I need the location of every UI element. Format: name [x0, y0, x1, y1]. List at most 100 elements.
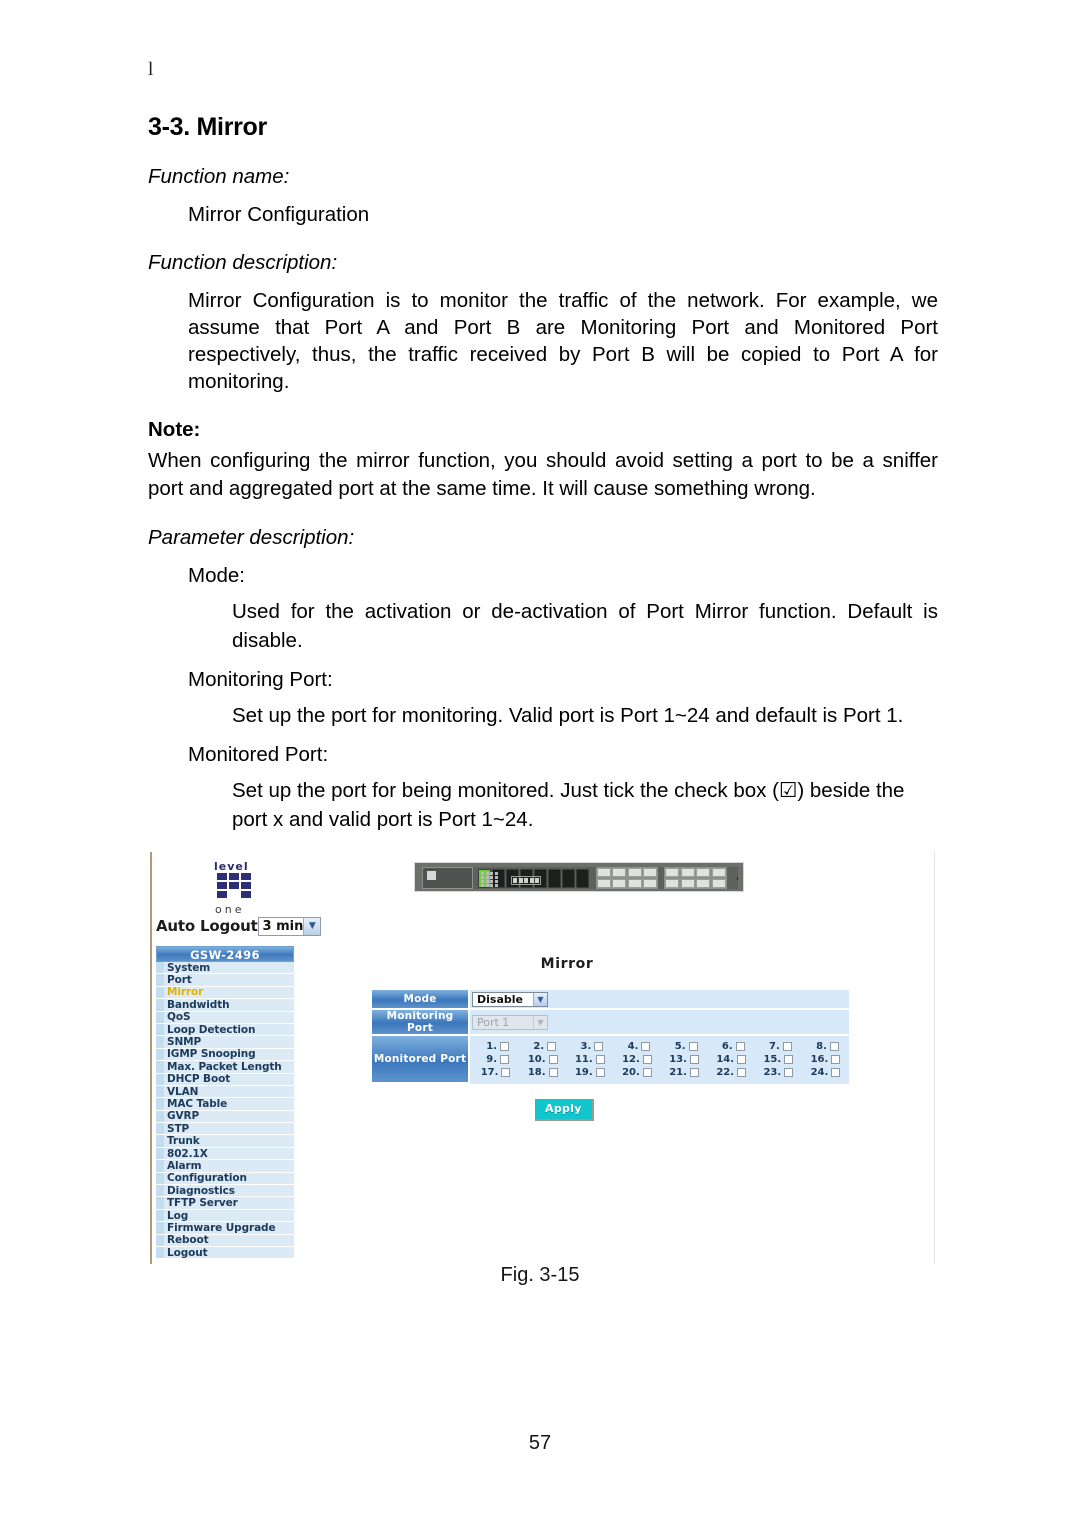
- port-number: 14.: [716, 1053, 735, 1065]
- port-checkbox-item: 21.: [661, 1067, 708, 1078]
- sidebar-item-label: VLAN: [167, 1085, 199, 1098]
- port-checkbox[interactable]: [689, 1067, 699, 1077]
- port-checkbox[interactable]: [688, 1041, 698, 1051]
- sidebar-item-log[interactable]: Log: [156, 1210, 294, 1223]
- mode-select[interactable]: Disable ▼: [472, 992, 548, 1007]
- chevron-down-icon: ▼: [303, 917, 321, 935]
- port-checkbox[interactable]: [784, 1067, 794, 1077]
- port-checkbox-item: 19.: [566, 1067, 613, 1078]
- port-checkbox[interactable]: [595, 1067, 605, 1077]
- sidebar-item-loop-detection[interactable]: Loop Detection: [156, 1023, 294, 1037]
- sidebar-item-bandwidth[interactable]: Bandwidth: [156, 998, 294, 1012]
- parameter-monitored-port-body: Set up the port for being monitored. Jus…: [232, 779, 905, 831]
- sidebar-item-stp[interactable]: STP: [156, 1122, 294, 1136]
- sidebar-item-label: SNMP: [167, 1036, 202, 1049]
- port-checkbox[interactable]: [595, 1054, 605, 1064]
- port-checkbox[interactable]: [689, 1054, 699, 1064]
- port-checkbox[interactable]: [784, 1054, 794, 1064]
- mode-row-label: Mode: [372, 990, 470, 1010]
- sidebar-item-igmp-snooping[interactable]: IGMP Snooping: [156, 1048, 294, 1062]
- port-checkbox-item: 23.: [755, 1067, 802, 1078]
- sidebar-item-8021x[interactable]: 802.1X: [156, 1147, 294, 1161]
- mode-row: Mode Disable ▼: [372, 990, 849, 1010]
- sidebar-item-mirror[interactable]: Mirror: [156, 986, 294, 1000]
- sidebar-header-model: GSW-2496: [156, 946, 294, 962]
- item-indent-bar: [156, 1197, 164, 1209]
- auto-logout-row: Auto Logout 3 min ▼: [156, 915, 322, 937]
- page-title: 3-3. Mirror: [148, 113, 267, 141]
- port-checkbox[interactable]: [642, 1067, 652, 1077]
- sidebar-item-system[interactable]: System: [156, 962, 294, 975]
- port-number: 10.: [527, 1053, 546, 1065]
- device-port: [575, 868, 589, 888]
- port-checkbox-item: 20.: [613, 1067, 660, 1078]
- function-description-body: Mirror Configuration is to monitor the t…: [188, 289, 938, 393]
- auto-logout-select[interactable]: 3 min ▼: [257, 916, 322, 936]
- sidebar-item-dhcp-boot[interactable]: DHCP Boot: [156, 1073, 294, 1086]
- port-checkbox[interactable]: [548, 1067, 558, 1077]
- port-checkbox[interactable]: [500, 1041, 510, 1051]
- sidebar-item-logout[interactable]: Logout: [156, 1246, 294, 1260]
- port-checkbox[interactable]: [782, 1041, 792, 1051]
- sidebar-item-configuration[interactable]: Configuration: [156, 1172, 294, 1186]
- port-checkbox-item: 13.: [661, 1054, 708, 1065]
- function-description-heading: Function description:: [148, 251, 338, 274]
- port-checkbox[interactable]: [642, 1054, 652, 1064]
- monitored-port-grid-cell: 1. 2. 3. 4. 5. 6. 7. 8. 9. 10. 11. 12. 1…: [469, 1035, 849, 1083]
- monitoring-port-select[interactable]: Port 1 ▼: [472, 1015, 548, 1030]
- sidebar-item-label: Bandwidth: [167, 998, 230, 1011]
- sidebar-item-gvrp[interactable]: GVRP: [156, 1110, 294, 1124]
- port-number: 5.: [674, 1040, 686, 1052]
- port-number: 16.: [810, 1053, 829, 1065]
- sidebar-item-tftp-server[interactable]: TFTP Server: [156, 1197, 294, 1210]
- device-status-panel: [422, 867, 541, 889]
- sidebar-item-max-packet-length[interactable]: Max. Packet Length: [156, 1061, 294, 1074]
- parameter-description-heading: Parameter description:: [148, 526, 355, 549]
- sidebar-item-mac-table[interactable]: MAC Table: [156, 1098, 294, 1111]
- sidebar-item-label: Logout: [167, 1246, 208, 1259]
- sidebar-item-firmware-upgrade[interactable]: Firmware Upgrade: [156, 1222, 294, 1235]
- sidebar-item-diagnostics[interactable]: Diagnostics: [156, 1185, 294, 1198]
- port-checkbox[interactable]: [500, 1054, 510, 1064]
- port-checkbox[interactable]: [831, 1067, 841, 1077]
- port-checkbox[interactable]: [829, 1041, 839, 1051]
- document-page: l 3-3. Mirror Function name: Mirror Conf…: [0, 0, 1080, 1526]
- sidebar-item-label: STP: [167, 1122, 190, 1135]
- device-faceplate: [422, 867, 738, 889]
- port-number: 3.: [580, 1040, 592, 1052]
- port-checkbox[interactable]: [737, 1067, 747, 1077]
- sidebar-item-trunk[interactable]: Trunk: [156, 1135, 294, 1148]
- item-indent-bar: [156, 1048, 164, 1061]
- port-number: 8.: [816, 1040, 827, 1052]
- sidebar-item-label: Loop Detection: [167, 1023, 256, 1036]
- monitored-port-row-label: Monitored Port: [372, 1035, 470, 1084]
- port-checkbox[interactable]: [737, 1054, 747, 1064]
- parameter-monitoring-port-label: Monitoring Port:: [188, 668, 333, 691]
- sidebar-item-label: Reboot: [167, 1234, 209, 1247]
- port-checkbox[interactable]: [735, 1041, 745, 1051]
- function-name-value: Mirror Configuration: [188, 203, 370, 226]
- sidebar-item-alarm[interactable]: Alarm: [156, 1160, 294, 1173]
- port-checkbox[interactable]: [641, 1041, 651, 1051]
- sidebar-item-vlan[interactable]: VLAN: [156, 1085, 294, 1099]
- sidebar-item-qos[interactable]: QoS: [156, 1011, 294, 1024]
- port-checkbox[interactable]: [594, 1041, 604, 1051]
- switch-device-image: [414, 862, 744, 892]
- chevron-down-icon: ▼: [533, 1016, 547, 1029]
- mirror-config-table: Mode Disable ▼ Monitoring Port Port 1 ▼: [372, 990, 849, 1084]
- levelone-logo: level one: [206, 860, 270, 916]
- logo-mark-icon: [216, 872, 258, 902]
- item-indent-bar: [156, 1160, 164, 1172]
- port-checkbox[interactable]: [548, 1054, 558, 1064]
- port-checkbox[interactable]: [831, 1054, 841, 1064]
- apply-button[interactable]: Apply: [535, 1099, 594, 1121]
- port-checkbox-item: 1.: [472, 1041, 519, 1052]
- port-number: 19.: [574, 1066, 593, 1078]
- item-indent-bar: [156, 1147, 164, 1160]
- document-body: l 3-3. Mirror Function name: Mirror Conf…: [148, 60, 938, 834]
- port-checkbox[interactable]: [547, 1041, 557, 1051]
- port-checkbox[interactable]: [501, 1067, 511, 1077]
- sidebar-item-snmp[interactable]: SNMP: [156, 1036, 294, 1049]
- sidebar-item-port[interactable]: Port: [156, 974, 294, 987]
- sidebar-item-reboot[interactable]: Reboot: [156, 1234, 294, 1247]
